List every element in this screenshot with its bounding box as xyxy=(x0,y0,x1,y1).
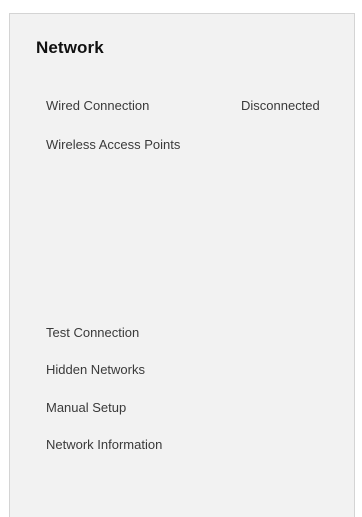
wired-connection-status: Disconnected xyxy=(241,98,320,113)
wired-connection-item[interactable]: Wired Connection xyxy=(46,98,149,113)
access-point-list xyxy=(46,164,336,314)
wireless-access-points-item[interactable]: Wireless Access Points xyxy=(46,137,180,152)
network-information-item[interactable]: Network Information xyxy=(46,437,162,452)
hidden-networks-item[interactable]: Hidden Networks xyxy=(46,362,145,377)
manual-setup-item[interactable]: Manual Setup xyxy=(46,400,126,415)
network-settings-panel: Network Wired Connection Disconnected Wi… xyxy=(9,13,355,517)
test-connection-item[interactable]: Test Connection xyxy=(46,325,139,340)
page-title: Network xyxy=(36,38,104,57)
